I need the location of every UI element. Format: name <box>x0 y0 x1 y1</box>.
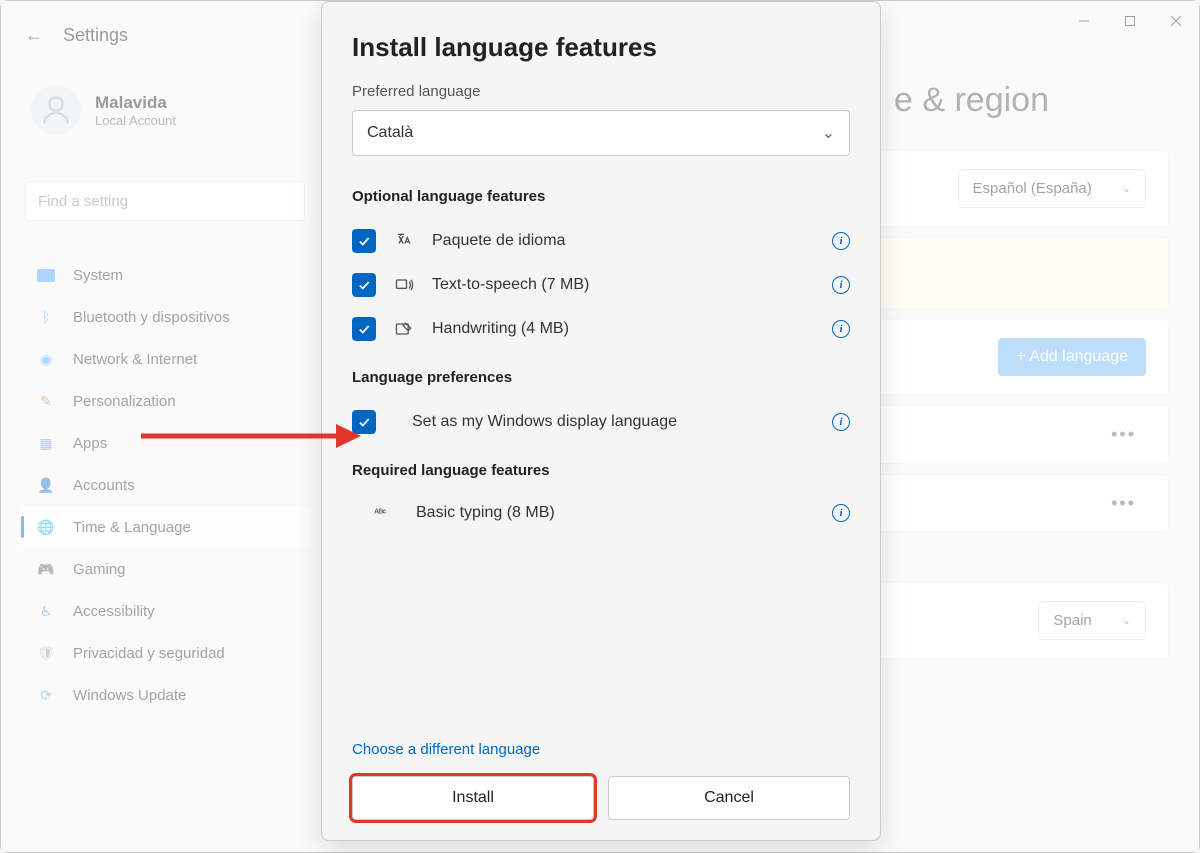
more-options-button[interactable]: ••• <box>1101 493 1146 514</box>
window-controls <box>1061 1 1199 41</box>
bluetooth-icon: ᛒ <box>37 308 55 326</box>
user-name: Malavida <box>95 93 176 113</box>
display-language-checkbox[interactable] <box>352 410 376 434</box>
tts-icon <box>394 275 414 295</box>
display-language-row: Set as my Windows display language i <box>352 400 850 444</box>
sidebar-nav: System ᛒBluetooth y dispositivos ◉Networ… <box>21 255 311 716</box>
avatar <box>31 85 81 135</box>
shield-icon: 🛡 <box>37 644 55 662</box>
language-pack-row: Paquete de idioma i <box>352 219 850 263</box>
search-input[interactable]: Find a setting <box>25 181 305 221</box>
maximize-button[interactable] <box>1107 1 1153 41</box>
app-title: Settings <box>63 25 128 46</box>
country-select[interactable]: Spain ⌄ <box>1038 601 1146 640</box>
language-pack-icon <box>394 231 414 251</box>
account-type: Local Account <box>95 113 176 128</box>
handwriting-checkbox[interactable] <box>352 317 376 341</box>
info-icon[interactable]: i <box>832 276 850 294</box>
accessibility-icon: ♿︎ <box>37 602 55 620</box>
minimize-button[interactable] <box>1061 1 1107 41</box>
nav-accounts[interactable]: 👤Accounts <box>21 464 311 506</box>
globe-clock-icon: 🌐 <box>37 518 55 536</box>
info-icon[interactable]: i <box>832 504 850 522</box>
nav-time-language[interactable]: 🌐Time & Language <box>21 506 311 548</box>
chevron-down-icon: ⌄ <box>1122 182 1131 195</box>
nav-accessibility[interactable]: ♿︎Accessibility <box>21 590 311 632</box>
language-pack-checkbox[interactable] <box>352 229 376 253</box>
handwriting-row: Handwriting (4 MB) i <box>352 307 850 351</box>
search-placeholder: Find a setting <box>38 193 128 210</box>
nav-bluetooth[interactable]: ᛒBluetooth y dispositivos <box>21 296 311 338</box>
chevron-down-icon: ⌄ <box>1122 614 1131 627</box>
basic-typing-icon: ᴬᴮᶜ <box>370 503 390 523</box>
nav-network[interactable]: ◉Network & Internet <box>21 338 311 380</box>
info-icon[interactable]: i <box>832 413 850 431</box>
close-button[interactable] <box>1153 1 1199 41</box>
nav-system[interactable]: System <box>21 255 311 296</box>
nav-update[interactable]: ⟳Windows Update <box>21 674 311 716</box>
chevron-down-icon: ⌄ <box>822 123 835 143</box>
install-button[interactable]: Install <box>352 776 594 820</box>
optional-features-heading: Optional language features <box>352 188 850 205</box>
info-icon[interactable]: i <box>832 320 850 338</box>
language-prefs-heading: Language preferences <box>352 369 850 386</box>
user-block[interactable]: Malavida Local Account <box>31 85 176 135</box>
tts-checkbox[interactable] <box>352 273 376 297</box>
monitor-icon <box>37 269 55 282</box>
nav-apps[interactable]: ▦Apps <box>21 422 311 464</box>
nav-personalization[interactable]: ✎Personalization <box>21 380 311 422</box>
required-features-heading: Required language features <box>352 462 850 479</box>
dialog-title: Install language features <box>352 32 850 63</box>
gamepad-icon: 🎮 <box>37 560 55 578</box>
tts-row: Text-to-speech (7 MB) i <box>352 263 850 307</box>
nav-gaming[interactable]: 🎮Gaming <box>21 548 311 590</box>
preferred-language-label: Preferred language <box>352 83 850 100</box>
brush-icon: ✎ <box>37 392 55 410</box>
info-icon[interactable]: i <box>832 232 850 250</box>
person-icon: 👤 <box>37 476 55 494</box>
handwriting-icon <box>394 319 414 339</box>
install-language-dialog: Install language features Preferred lang… <box>321 1 881 841</box>
update-icon: ⟳ <box>37 686 55 704</box>
back-button[interactable]: ← <box>25 25 43 46</box>
apps-icon: ▦ <box>37 434 55 452</box>
choose-different-language-link[interactable]: Choose a different language <box>352 741 850 758</box>
basic-typing-row: ᴬᴮᶜ Basic typing (8 MB) i <box>352 493 850 533</box>
display-language-select[interactable]: Español (España) ⌄ <box>958 169 1146 208</box>
cancel-button[interactable]: Cancel <box>608 776 850 820</box>
wifi-icon: ◉ <box>37 350 55 368</box>
language-dropdown[interactable]: Català ⌄ <box>352 110 850 156</box>
nav-privacy[interactable]: 🛡Privacidad y seguridad <box>21 632 311 674</box>
more-options-button[interactable]: ••• <box>1101 424 1146 445</box>
add-language-button[interactable]: + Add language <box>998 338 1146 376</box>
